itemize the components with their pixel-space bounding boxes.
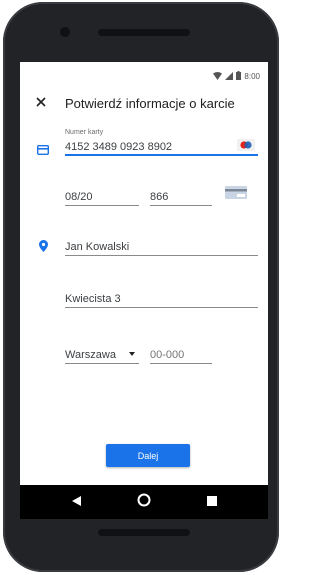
- status-bar: 8:00: [20, 62, 268, 81]
- next-button[interactable]: Dalej: [106, 444, 190, 467]
- name-field[interactable]: Jan Kowalski: [65, 240, 258, 256]
- close-button[interactable]: [34, 96, 48, 110]
- postal-code-field[interactable]: 00-000: [150, 348, 212, 364]
- cvc-card-icon: [225, 186, 247, 204]
- city-select[interactable]: Warszawa: [65, 348, 139, 364]
- phone-frame: 8:00 Potwierdź informacje o karcie Numer…: [3, 2, 279, 572]
- square-icon: [207, 493, 217, 511]
- cvc-field[interactable]: 866: [150, 190, 212, 206]
- back-triangle-icon: [71, 493, 81, 511]
- overview-button[interactable]: [192, 485, 232, 519]
- card-number-field[interactable]: 4152 3489 0923 8902: [65, 140, 258, 156]
- home-button[interactable]: [124, 485, 164, 519]
- battery-icon: [236, 67, 242, 85]
- status-time: 8:00: [244, 71, 260, 81]
- front-camera: [60, 27, 70, 37]
- location-pin-icon: [39, 239, 48, 257]
- page-title: Potwierdź informacje o karcie: [65, 96, 235, 111]
- home-circle-icon: [137, 493, 151, 512]
- street-field[interactable]: Kwiecista 3: [65, 292, 258, 308]
- credit-card-icon: [36, 142, 50, 160]
- top-speaker: [98, 29, 190, 36]
- screen: 8:00 Potwierdź informacje o karcie Numer…: [20, 62, 268, 519]
- chevron-down-icon: [129, 352, 135, 356]
- bottom-speaker: [98, 529, 190, 536]
- wifi-icon: [213, 67, 223, 85]
- app-bar: Potwierdź informacje o karcie: [20, 90, 268, 118]
- status-icons: 8:00: [213, 67, 260, 85]
- expiry-date-field[interactable]: 08/20: [65, 190, 139, 206]
- mastercard-icon: [237, 138, 255, 156]
- card-number-label: Numer karty: [65, 129, 104, 136]
- navigation-bar: [20, 485, 268, 519]
- signal-icon: [225, 67, 234, 85]
- back-button[interactable]: [56, 485, 96, 519]
- close-icon: [36, 94, 46, 112]
